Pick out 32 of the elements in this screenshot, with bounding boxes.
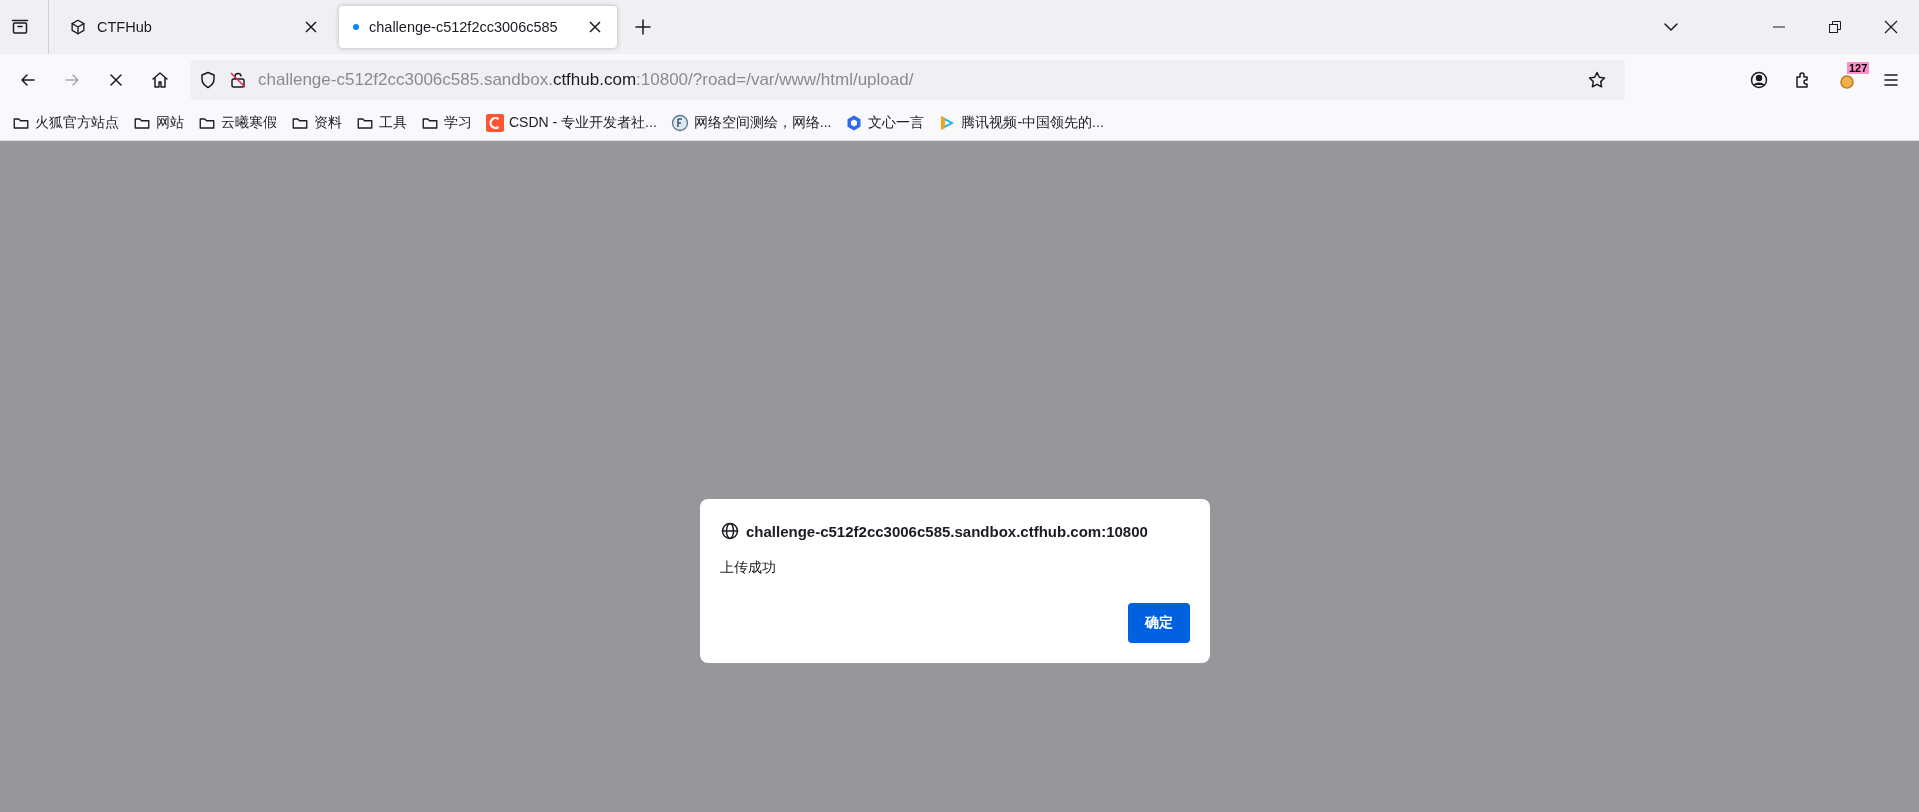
cube-logo-icon	[845, 113, 864, 132]
bookmark-item[interactable]: 网络空间测绘，网络...	[670, 113, 832, 132]
shield-icon	[198, 69, 218, 90]
address-bar[interactable]: challenge-c512f2cc3006c585.sandbox.ctfhub.com:10800/?road=/var/www/html/upload/	[190, 59, 1625, 100]
url-text: challenge-c512f2cc3006c585.sandbox.ctfhub.com:10800/?road=/var/www/html/upload/	[258, 69, 915, 90]
browser-tab[interactable]: CTFHub	[55, 6, 333, 48]
extension-badge: 127	[1847, 61, 1870, 74]
close-icon	[1884, 20, 1898, 34]
crossed-lock-icon	[228, 69, 248, 90]
home-icon	[150, 69, 170, 90]
bookmark-folder[interactable]: 火狐官方站点	[12, 113, 119, 132]
account-icon	[1749, 69, 1769, 90]
tray-icon	[10, 17, 30, 37]
plus-icon	[633, 17, 653, 37]
bookmark-item[interactable]: CSDN - 专业开发者社...	[486, 113, 657, 132]
bookmark-folder[interactable]: 工具	[356, 113, 407, 132]
bookmark-item[interactable]: 腾讯视频-中国领先的...	[938, 113, 1104, 132]
bookmark-folder[interactable]: 网站	[133, 113, 184, 132]
bookmark-folder[interactable]: 资料	[291, 113, 342, 132]
bookmark-item[interactable]: 文心一言	[845, 113, 925, 132]
cube-icon	[69, 18, 87, 36]
browser-tab[interactable]: challenge-c512f2cc3006c585	[339, 6, 617, 48]
ok-button[interactable]: 确定	[1128, 603, 1190, 643]
dialog-origin: challenge-c512f2cc3006c585.sandbox.ctfhub.com:10800	[746, 522, 1148, 540]
c-logo-icon	[486, 113, 504, 132]
bookmark-folder[interactable]: 云曦寒假	[198, 113, 277, 132]
restore-icon	[1828, 20, 1842, 34]
bookmark-folder[interactable]: 学习	[421, 113, 472, 132]
dialog-message: 上传成功	[720, 559, 777, 577]
globe-logo-icon	[670, 113, 689, 132]
star-icon	[1587, 69, 1607, 90]
globe-icon	[720, 521, 740, 541]
